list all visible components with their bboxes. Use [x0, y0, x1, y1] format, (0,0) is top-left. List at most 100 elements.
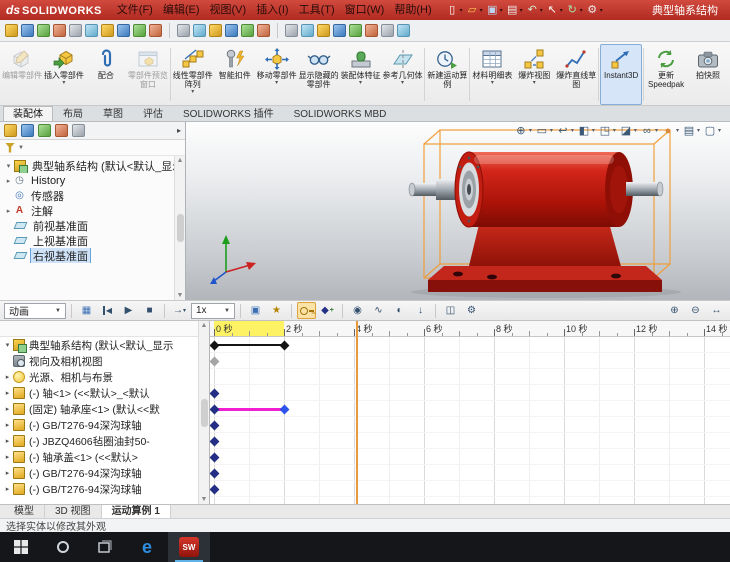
display-style-icon[interactable]: ◪ — [618, 123, 634, 138]
tab-solidworks-addins[interactable]: SOLIDWORKS 插件 — [173, 106, 284, 121]
select-icon[interactable]: ↖ — [545, 2, 560, 18]
study-type-select[interactable]: 动画 ▼ — [4, 303, 66, 319]
wireframe-icon[interactable] — [285, 24, 298, 37]
tree-scrollbar[interactable]: ▲ ▼ — [174, 156, 185, 300]
task-view-button[interactable] — [84, 532, 126, 562]
view-settings-icon[interactable]: ▢ — [702, 123, 718, 138]
expand-arrow-icon[interactable]: ▸ — [3, 405, 12, 413]
tab-solidworks-mbd[interactable]: SOLIDWORKS MBD — [284, 106, 397, 121]
expand-arrow-icon[interactable]: ▸ — [3, 421, 12, 429]
add-key-button[interactable]: ◆+ — [318, 302, 337, 319]
animation-wizard-button[interactable]: ★ — [267, 302, 286, 319]
keyframe-diamond-navy[interactable] — [210, 452, 219, 462]
rebuild-icon[interactable]: ↻ — [565, 2, 580, 18]
ribbon-update-speedpak-button[interactable]: 更新Speedpak — [645, 44, 687, 105]
tree-item-history[interactable]: ▸ ◷ History — [0, 173, 185, 188]
shaded-icon[interactable] — [333, 24, 346, 37]
expand-arrow-icon[interactable]: ▸ — [4, 207, 13, 215]
zoom-to-fit-icon[interactable]: ⊕ — [513, 123, 529, 138]
menu-file[interactable]: 文件(F) — [112, 0, 158, 20]
new-document-icon[interactable]: ▯ — [445, 2, 460, 18]
tab-sketch[interactable]: 草图 — [93, 106, 133, 121]
zoom-out-button[interactable]: ⊖ — [686, 302, 705, 319]
ribbon-edit-component-button[interactable]: 编辑零部件 — [1, 44, 43, 105]
timeline-playhead[interactable] — [356, 321, 358, 504]
play-button[interactable]: ▶ — [119, 302, 138, 319]
section-view-icon[interactable]: ◧ — [576, 123, 592, 138]
select-tool-icon[interactable] — [177, 24, 190, 37]
expand-arrow-icon[interactable]: ▸ — [3, 485, 12, 493]
tree-item-top-plane[interactable]: 上视基准面 — [0, 233, 185, 248]
keyframe-diamond-navy[interactable] — [210, 420, 219, 430]
tab-model[interactable]: 模型 — [4, 505, 45, 518]
edge-browser-button[interactable]: e — [126, 532, 168, 562]
keyframe-diamond-navy[interactable] — [210, 388, 219, 398]
show-hidden-components-icon[interactable] — [101, 24, 114, 37]
motion-row-bearing-1[interactable]: ▸ (-) GB/T276-94深沟球轴 — [0, 417, 209, 433]
auto-key-button[interactable] — [297, 302, 316, 319]
hide-show-items-icon[interactable]: ∞ — [639, 123, 655, 138]
expand-arrow-icon[interactable]: ▸ — [3, 437, 12, 445]
view-orientation-icon[interactable] — [381, 24, 394, 37]
motion-row-shaft[interactable]: ▸ (-) 轴<1> (<<默认>_<默认 — [0, 385, 209, 401]
tree-item-front-plane[interactable]: 前视基准面 — [0, 218, 185, 233]
motion-tree-scrollbar[interactable]: ▲ ▼ — [198, 321, 209, 504]
tree-root-assembly[interactable]: ▾ 典型轴系结构 (默认<默认_显示状态-1 — [0, 158, 185, 173]
motion-row-bearing-2[interactable]: ▸ (-) GB/T276-94深沟球轴 — [0, 465, 209, 481]
options-icon[interactable]: ⚙ — [585, 2, 600, 18]
menu-tools[interactable]: 工具(T) — [294, 0, 340, 20]
key-row[interactable] — [210, 401, 730, 417]
motion-study-properties-button[interactable]: ⚙ — [462, 302, 481, 319]
ribbon-take-snapshot-button[interactable]: 拍快照 — [687, 44, 729, 105]
tab-assembly[interactable]: 装配体 — [3, 106, 53, 121]
zoom-to-area-icon[interactable]: ▭ — [534, 123, 550, 138]
tree-item-sensors[interactable]: ◎ 传感器 — [0, 188, 185, 203]
ribbon-assembly-features-button[interactable]: 装配体特征 ▾ — [340, 44, 382, 105]
start-button[interactable] — [0, 532, 42, 562]
ribbon-reference-geometry-button[interactable]: 参考几何体 ▾ — [382, 44, 424, 105]
motion-row-bearing-cover[interactable]: ▸ (-) 轴承盖<1> (<<默认> — [0, 449, 209, 465]
scroll-down-icon[interactable]: ▼ — [177, 292, 184, 299]
scroll-up-icon[interactable]: ▲ — [201, 322, 208, 329]
keyframe-diamond-black[interactable] — [279, 340, 289, 350]
new-motion-study-icon[interactable] — [149, 24, 162, 37]
previous-view-icon[interactable]: ↩ — [555, 123, 571, 138]
save-animation-button[interactable]: ▣ — [246, 302, 265, 319]
left-shaft[interactable] — [409, 179, 462, 200]
tree-item-right-plane[interactable]: 右视基准面 — [0, 248, 185, 263]
scroll-thumb[interactable] — [201, 399, 208, 427]
motion-row-bearing-3[interactable]: ▸ (-) GB/T276-94深沟球轴 — [0, 481, 209, 497]
menu-help[interactable]: 帮助(H) — [389, 0, 436, 20]
apply-scene-icon[interactable]: ▤ — [681, 123, 697, 138]
expand-arrow-icon[interactable]: ▾ — [3, 341, 12, 349]
reference-geometry-icon[interactable] — [133, 24, 146, 37]
ribbon-explode-line-sketch-button[interactable]: 爆炸直线草图 — [555, 44, 597, 105]
ribbon-smart-fasteners-button[interactable]: 智能扣件 — [214, 44, 256, 105]
timeline-change-bar[interactable] — [214, 408, 284, 411]
shaded-with-edges-icon[interactable] — [317, 24, 330, 37]
key-row[interactable] — [210, 385, 730, 401]
keyframe-diamond-navy[interactable] — [210, 404, 219, 414]
key-row[interactable] — [210, 465, 730, 481]
filter-caret-icon[interactable]: ▼ — [18, 145, 24, 151]
keyframe-diamond-navy[interactable] — [210, 484, 219, 494]
keyframe-diamond-black[interactable] — [210, 340, 219, 350]
timeline-change-bar[interactable] — [214, 344, 284, 346]
panel-flyout-icon[interactable]: ▸ — [177, 126, 181, 135]
undo-icon[interactable]: ↶ — [525, 2, 540, 18]
ribbon-move-component-button[interactable]: 移动零部件 ▾ — [256, 44, 298, 105]
key-row[interactable] — [210, 337, 730, 353]
view-orientation-icon[interactable]: ◳ — [597, 123, 613, 138]
key-row[interactable] — [210, 481, 730, 497]
3d-model-scene[interactable] — [186, 122, 730, 300]
hidden-lines-visible-icon[interactable] — [301, 24, 314, 37]
ribbon-new-motion-study-button[interactable]: 新建运动算例 — [426, 44, 468, 105]
menu-edit[interactable]: 编辑(E) — [158, 0, 205, 20]
search-button[interactable] — [42, 532, 84, 562]
smart-fasteners-icon[interactable] — [53, 24, 66, 37]
propertymanager-icon[interactable] — [21, 124, 34, 137]
expand-arrow-icon[interactable]: ▸ — [4, 177, 13, 185]
rotate-component-icon[interactable] — [85, 24, 98, 37]
tab-layout[interactable]: 布局 — [53, 106, 93, 121]
fit-timeline-button[interactable]: ↔ — [707, 302, 726, 319]
